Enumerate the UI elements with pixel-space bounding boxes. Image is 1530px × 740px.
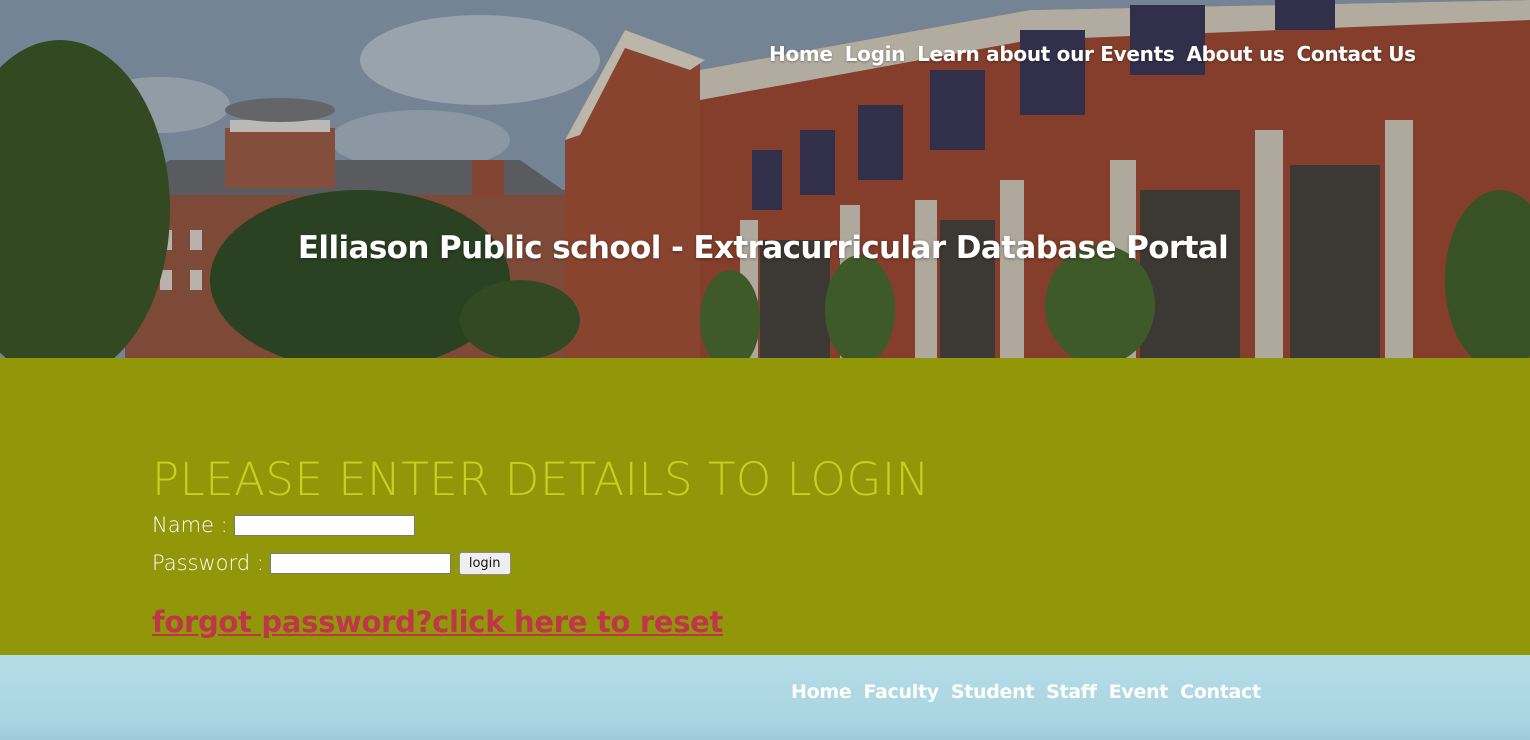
footer-nav-faculty[interactable]: Faculty — [863, 681, 939, 703]
hero-banner: Home Login Learn about our Events About … — [0, 0, 1530, 358]
nav-home[interactable]: Home — [769, 42, 833, 66]
footer-nav-contact[interactable]: Contact — [1180, 681, 1261, 703]
password-row: Password : login — [152, 551, 511, 575]
login-heading: PLEASE ENTER DETAILS TO LOGIN — [152, 453, 930, 506]
nav-events[interactable]: Learn about our Events — [917, 42, 1175, 66]
login-button[interactable]: login — [458, 551, 511, 575]
footer-nav-student[interactable]: Student — [951, 681, 1035, 703]
nav-contact[interactable]: Contact Us — [1297, 42, 1417, 66]
nav-login[interactable]: Login — [845, 42, 906, 66]
top-navigation: Home Login Learn about our Events About … — [769, 42, 1416, 66]
login-panel: PLEASE ENTER DETAILS TO LOGIN Name : Pas… — [0, 358, 1530, 655]
footer-nav-home[interactable]: Home — [791, 681, 852, 703]
password-label: Password : — [152, 551, 264, 575]
footer-nav-staff[interactable]: Staff — [1046, 681, 1097, 703]
password-field[interactable] — [269, 552, 451, 574]
reset-password-link[interactable]: forgot password?click here to reset — [152, 605, 723, 639]
name-label: Name : — [152, 513, 228, 537]
name-field[interactable] — [233, 514, 415, 536]
name-row: Name : — [152, 513, 415, 537]
footer: Home Faculty Student Staff Event Contact — [0, 655, 1530, 740]
footer-nav-event[interactable]: Event — [1109, 681, 1169, 703]
nav-about[interactable]: About us — [1186, 42, 1284, 66]
page-title: Elliason Public school - Extracurricular… — [297, 230, 1229, 266]
footer-navigation: Home Faculty Student Staff Event Contact — [791, 681, 1261, 703]
